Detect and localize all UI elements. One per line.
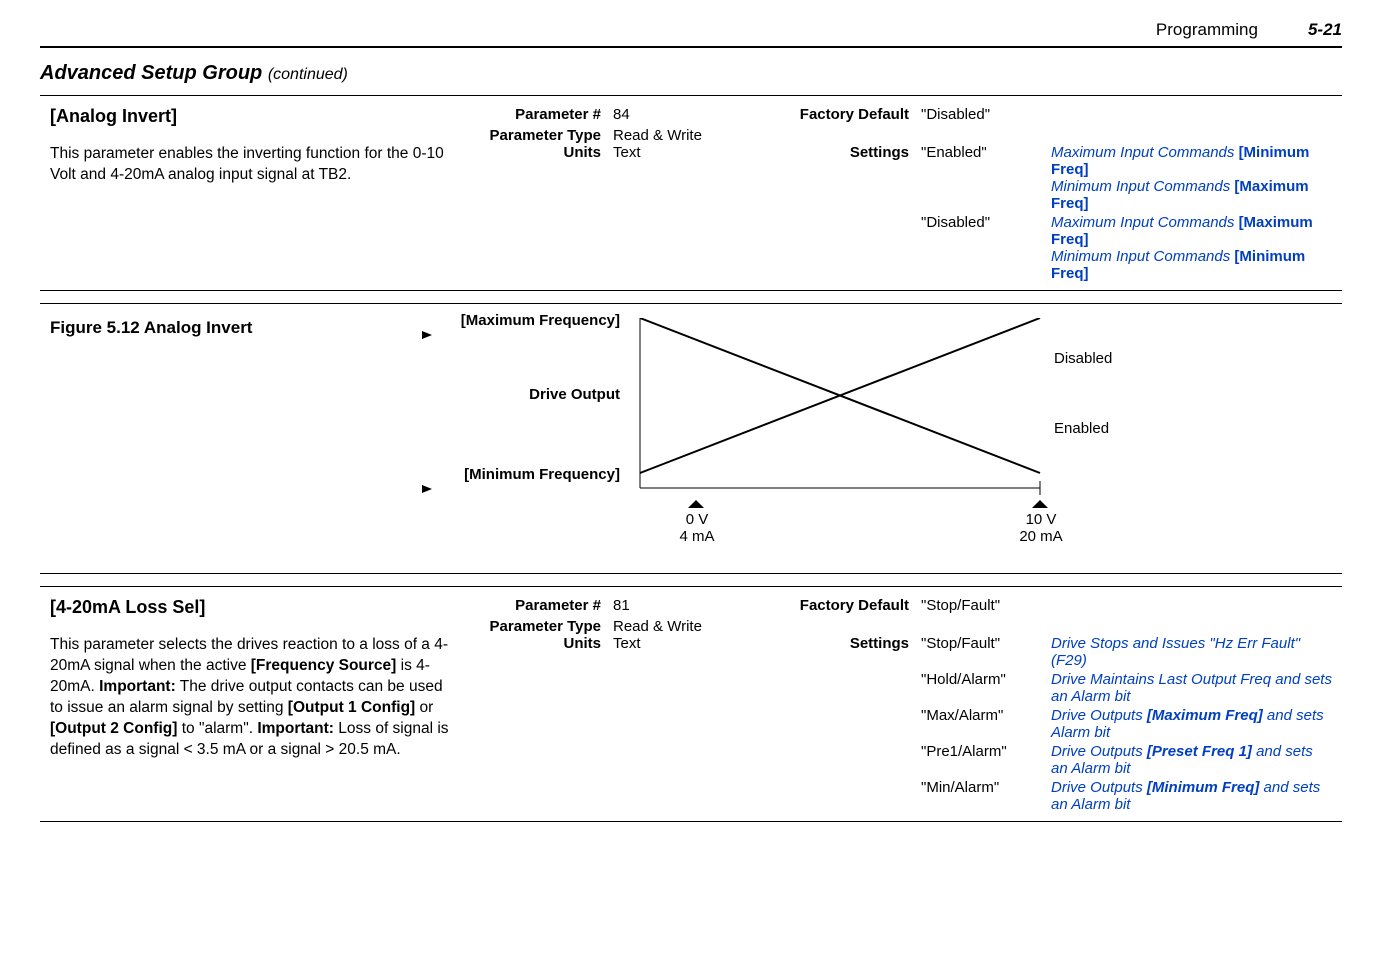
header-rule [40, 46, 1342, 48]
group-continued: (continued) [268, 66, 348, 83]
divider [40, 95, 1342, 96]
figure-title: Figure 5.12 Analog Invert [50, 318, 450, 553]
label-drive-output: Drive Output [529, 386, 620, 403]
setting-text: Drive Outputs [1051, 707, 1147, 724]
divider [40, 586, 1342, 587]
figure-analog-invert: Figure 5.12 Analog Invert [Maximum Frequ… [50, 318, 1332, 553]
param-desc: This parameter enables the inverting fun… [50, 144, 450, 186]
setting-text: Minimum Input Commands [1051, 248, 1234, 265]
desc-bold: [Frequency Source] [251, 657, 397, 674]
page-header: Programming 5-21 [40, 20, 1342, 46]
label-min-freq: [Minimum Frequency] [464, 466, 620, 483]
setting-detail: Drive Maintains Last Output Freq and set… [1051, 671, 1332, 705]
label-disabled: Disabled [1054, 350, 1112, 367]
val-factory-default: "Disabled" [921, 106, 1051, 123]
desc-text: or [415, 699, 433, 716]
setting-option: "Disabled" [921, 214, 1051, 282]
setting-detail: Maximum Input Commands [Maximum Freq] Mi… [1051, 214, 1332, 282]
label-settings: Settings [757, 635, 917, 652]
axis-x1-b: 20 mA [1019, 528, 1062, 545]
divider [40, 303, 1342, 304]
val-factory-default: "Stop/Fault" [921, 597, 1051, 614]
label-settings: Settings [757, 144, 917, 161]
axis-x0-a: 0 V [686, 511, 709, 528]
setting-detail: Maximum Input Commands [Minimum Freq] Mi… [1051, 144, 1332, 212]
label-factory-default: Factory Default [757, 597, 917, 614]
settings-col: "Enabled" Maximum Input Commands [Minimu… [921, 144, 1332, 282]
param-name: [Analog Invert] [50, 106, 450, 127]
axis-x0-b: 4 mA [679, 528, 714, 545]
setting-option: "Min/Alarm" [921, 779, 1051, 813]
setting-text: Drive Outputs [1051, 743, 1147, 760]
desc-bold: [Output 2 Config] [50, 720, 177, 737]
section-title: Advanced Setup Group (continued) [40, 62, 1342, 85]
label-param-num: Parameter # [454, 106, 609, 123]
setting-option: "Stop/Fault" [921, 635, 1051, 669]
figure-graphic: [Maximum Frequency] Drive Output [Minimu… [450, 318, 1332, 553]
desc-text: to "alarm". [177, 720, 257, 737]
setting-detail: Drive Outputs [Preset Freq 1] and sets a… [1051, 743, 1332, 777]
setting-bold: [Maximum Freq] [1147, 707, 1263, 724]
param-name: [4-20mA Loss Sel] [50, 597, 450, 618]
param-block-4-20ma-loss: [4-20mA Loss Sel] Parameter # 81 Factory… [40, 597, 1342, 813]
axis-x1-a: 10 V [1026, 511, 1057, 528]
label-param-type: Parameter Type [454, 127, 609, 144]
desc-important: Important: [257, 720, 334, 737]
setting-text: Drive Outputs [1051, 779, 1147, 796]
label-max-freq: [Maximum Frequency] [461, 312, 620, 329]
setting-text: Maximum Input Commands [1051, 214, 1239, 231]
setting-text: Maximum Input Commands [1051, 144, 1239, 161]
label-factory-default: Factory Default [757, 106, 917, 123]
page-number: 5-21 [1308, 20, 1342, 40]
label-param-num: Parameter # [454, 597, 609, 614]
label-param-type: Parameter Type [454, 618, 609, 635]
header-section: Programming [1156, 20, 1258, 40]
desc-important: Important: [99, 678, 176, 695]
desc-bold: [Output 1 Config] [288, 699, 415, 716]
setting-option: "Max/Alarm" [921, 707, 1051, 741]
val-param-type: Read & Write [613, 618, 753, 635]
setting-detail: Drive Stops and Issues "Hz Err Fault" (F… [1051, 635, 1332, 669]
param-block-analog-invert: [Analog Invert] Parameter # 84 Factory D… [40, 106, 1342, 282]
divider [40, 821, 1342, 822]
setting-text: Minimum Input Commands [1051, 178, 1234, 195]
settings-col: "Stop/Fault" Drive Stops and Issues "Hz … [921, 635, 1332, 813]
setting-option: "Enabled" [921, 144, 1051, 212]
setting-bold: [Preset Freq 1] [1147, 743, 1252, 760]
param-desc: This parameter selects the drives reacti… [50, 635, 450, 761]
val-param-type: Read & Write [613, 127, 753, 144]
arrow-right-icon [420, 329, 434, 341]
group-title-text: Advanced Setup Group [40, 62, 262, 84]
label-enabled: Enabled [1054, 420, 1109, 437]
setting-bold: [Minimum Freq] [1147, 779, 1260, 796]
setting-detail: Drive Outputs [Minimum Freq] and sets an… [1051, 779, 1332, 813]
label-units: Units [454, 144, 609, 161]
val-param-num: 81 [613, 597, 753, 614]
val-param-num: 84 [613, 106, 753, 123]
val-units: Text [613, 635, 753, 652]
setting-option: "Pre1/Alarm" [921, 743, 1051, 777]
setting-detail: Drive Outputs [Maximum Freq] and sets Al… [1051, 707, 1332, 741]
label-units: Units [454, 635, 609, 652]
val-units: Text [613, 144, 753, 161]
setting-option: "Hold/Alarm" [921, 671, 1051, 705]
arrow-right-icon [420, 483, 434, 495]
